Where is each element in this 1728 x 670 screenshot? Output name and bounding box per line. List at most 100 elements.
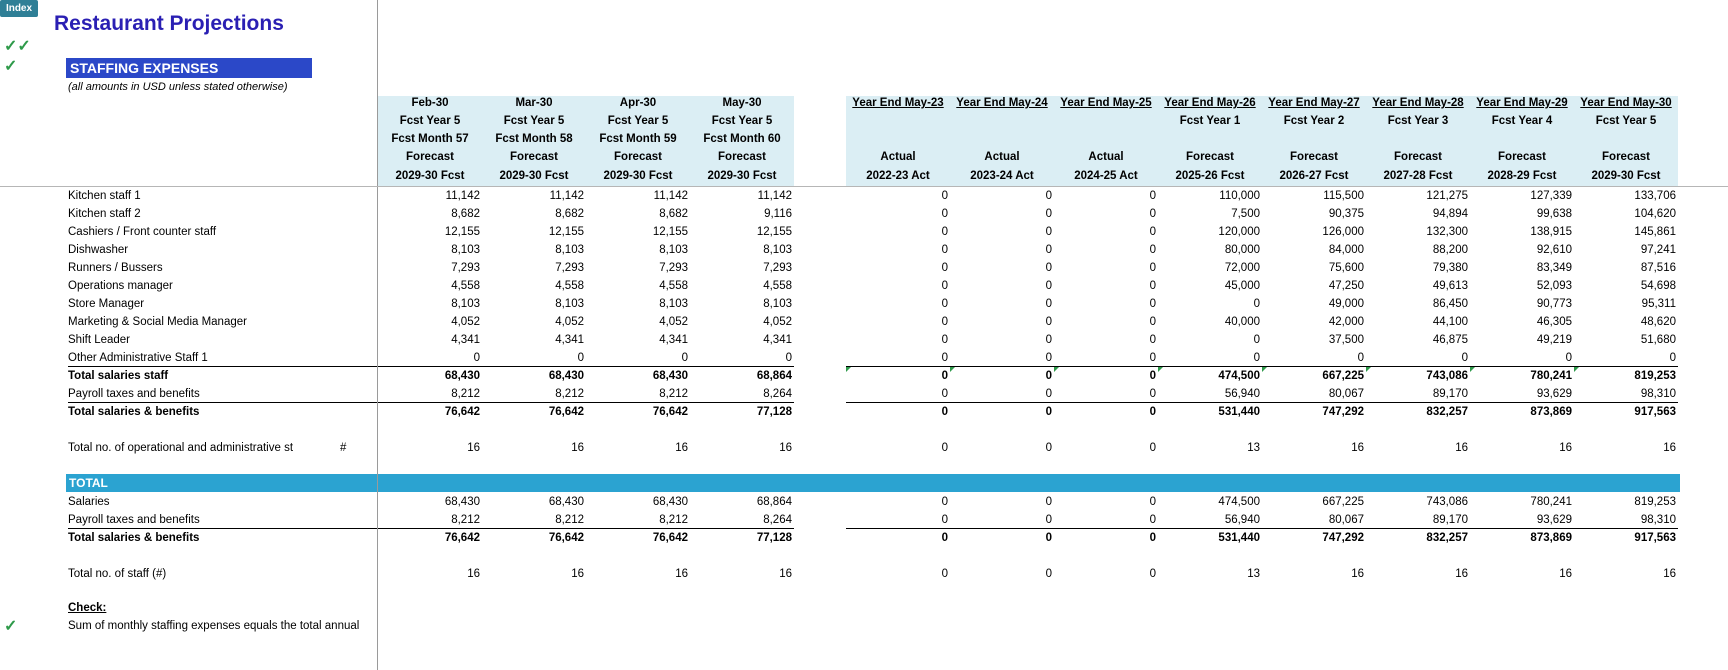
total-row-cell[interactable]: 0	[950, 511, 1054, 529]
table-row-cell[interactable]: 42,000	[1262, 313, 1366, 331]
table-row-cell[interactable]: 0	[1054, 187, 1158, 205]
table-row-cell[interactable]: 138,915	[1470, 223, 1574, 241]
table-row-cell[interactable]: 40,000	[1158, 313, 1262, 331]
total-row-cell[interactable]: 743,086	[1366, 493, 1470, 511]
table-row-cell[interactable]: 121,275	[1366, 187, 1470, 205]
table-row-cell[interactable]: 743,086	[1366, 367, 1470, 385]
table-row-cell[interactable]: 132,300	[1366, 223, 1470, 241]
table-row-cell[interactable]: 4,341	[690, 331, 794, 349]
headcount-row-cell[interactable]: 0	[950, 439, 1054, 457]
total-row-cell[interactable]: 89,170	[1366, 511, 1470, 529]
table-row-cell[interactable]: 99,638	[1470, 205, 1574, 223]
table-row-cell[interactable]: 37,500	[1262, 331, 1366, 349]
table-row-cell[interactable]: 8,212	[482, 385, 586, 403]
table-row-cell[interactable]: 56,940	[1158, 385, 1262, 403]
total-row-cell[interactable]: 474,500	[1158, 493, 1262, 511]
table-row-cell[interactable]: 8,103	[690, 241, 794, 259]
table-row-cell[interactable]: 0	[950, 295, 1054, 313]
table-row-cell[interactable]: 8,103	[586, 295, 690, 313]
table-row-cell[interactable]: 8,212	[586, 385, 690, 403]
table-row-cell[interactable]: 4,558	[586, 277, 690, 295]
total-row-cell[interactable]: 917,563	[1574, 529, 1678, 547]
total-row-cell[interactable]: 0	[950, 493, 1054, 511]
table-row-cell[interactable]: 89,170	[1366, 385, 1470, 403]
table-row-cell[interactable]: 4,341	[378, 331, 482, 349]
table-row-cell[interactable]: 7,293	[690, 259, 794, 277]
table-row-cell[interactable]: 126,000	[1262, 223, 1366, 241]
table-row-cell[interactable]: 94,894	[1366, 205, 1470, 223]
table-row-cell[interactable]: 75,600	[1262, 259, 1366, 277]
table-row-cell[interactable]: 46,305	[1470, 313, 1574, 331]
table-row-cell[interactable]: 873,869	[1470, 403, 1574, 421]
total-row-cell[interactable]: 0	[1054, 493, 1158, 511]
table-row-cell[interactable]: 0	[378, 349, 482, 367]
table-row-cell[interactable]: 0	[846, 223, 950, 241]
table-row-cell[interactable]: 11,142	[690, 187, 794, 205]
headcount-row-cell[interactable]: 16	[586, 439, 690, 457]
table-row-cell[interactable]: 0	[950, 277, 1054, 295]
table-row-cell[interactable]: 0	[950, 259, 1054, 277]
table-row-cell[interactable]: 8,103	[378, 241, 482, 259]
table-row-cell[interactable]: 49,219	[1470, 331, 1574, 349]
table-row-cell[interactable]: 832,257	[1366, 403, 1470, 421]
table-row-cell[interactable]: 88,200	[1366, 241, 1470, 259]
table-row-cell[interactable]: 90,375	[1262, 205, 1366, 223]
total-row-cell[interactable]: 76,642	[378, 529, 482, 547]
table-row-cell[interactable]: 86,450	[1366, 295, 1470, 313]
table-row-cell[interactable]: 77,128	[690, 403, 794, 421]
table-row-cell[interactable]: 8,103	[482, 241, 586, 259]
total-row-cell[interactable]: 0	[846, 511, 950, 529]
staff-count-row-cell[interactable]: 16	[378, 565, 482, 583]
table-row-cell[interactable]: 8,682	[586, 205, 690, 223]
table-row-cell[interactable]: 0	[846, 349, 950, 367]
table-row-cell[interactable]: 44,100	[1366, 313, 1470, 331]
total-row-cell[interactable]: 80,067	[1262, 511, 1366, 529]
staff-count-row-cell[interactable]: 0	[846, 565, 950, 583]
table-row-cell[interactable]: 8,103	[690, 295, 794, 313]
table-row-cell[interactable]: 133,706	[1574, 187, 1678, 205]
table-row-cell[interactable]: 8,682	[482, 205, 586, 223]
total-row-cell[interactable]: 8,212	[378, 511, 482, 529]
table-row-cell[interactable]: 0	[1054, 385, 1158, 403]
table-row-cell[interactable]: 0	[846, 295, 950, 313]
table-row-cell[interactable]: 110,000	[1158, 187, 1262, 205]
table-row-cell[interactable]: 0	[1054, 403, 1158, 421]
table-row-cell[interactable]: 4,558	[690, 277, 794, 295]
total-row-cell[interactable]: 0	[846, 493, 950, 511]
table-row-cell[interactable]: 68,864	[690, 367, 794, 385]
table-row-cell[interactable]: 8,103	[378, 295, 482, 313]
staff-count-row-cell[interactable]: 13	[1158, 565, 1262, 583]
staff-count-row-cell[interactable]: 16	[1574, 565, 1678, 583]
total-row-cell[interactable]: 0	[1054, 511, 1158, 529]
table-row-cell[interactable]: 0	[1054, 367, 1158, 385]
table-row-cell[interactable]: 0	[1054, 223, 1158, 241]
headcount-row-cell[interactable]: 0	[1054, 439, 1158, 457]
table-row-cell[interactable]: 79,380	[1366, 259, 1470, 277]
table-row-cell[interactable]: 0	[1158, 295, 1262, 313]
staff-count-row-cell[interactable]: 16	[1470, 565, 1574, 583]
table-row-cell[interactable]: 0	[950, 223, 1054, 241]
table-row-cell[interactable]: 0	[1054, 205, 1158, 223]
table-row-cell[interactable]: 780,241	[1470, 367, 1574, 385]
total-row-cell[interactable]: 531,440	[1158, 529, 1262, 547]
staff-count-row-cell[interactable]: 16	[1262, 565, 1366, 583]
table-row-cell[interactable]: 11,142	[586, 187, 690, 205]
table-row-cell[interactable]: 0	[846, 241, 950, 259]
table-row-cell[interactable]: 104,620	[1574, 205, 1678, 223]
headcount-row-cell[interactable]: 16	[1470, 439, 1574, 457]
table-row-cell[interactable]: 0	[950, 313, 1054, 331]
table-row-cell[interactable]: 0	[1054, 331, 1158, 349]
staff-count-row-cell[interactable]: 16	[690, 565, 794, 583]
table-row-cell[interactable]: 45,000	[1158, 277, 1262, 295]
total-row-cell[interactable]: 780,241	[1470, 493, 1574, 511]
table-row-cell[interactable]: 8,264	[690, 385, 794, 403]
table-row-cell[interactable]: 0	[1262, 349, 1366, 367]
table-row-cell[interactable]: 145,861	[1574, 223, 1678, 241]
table-row-cell[interactable]: 68,430	[586, 367, 690, 385]
table-row-cell[interactable]: 93,629	[1470, 385, 1574, 403]
table-row-cell[interactable]: 0	[1054, 295, 1158, 313]
table-row-cell[interactable]: 84,000	[1262, 241, 1366, 259]
table-row-cell[interactable]: 0	[950, 403, 1054, 421]
table-row-cell[interactable]: 76,642	[482, 403, 586, 421]
index-button[interactable]: Index	[0, 0, 38, 17]
